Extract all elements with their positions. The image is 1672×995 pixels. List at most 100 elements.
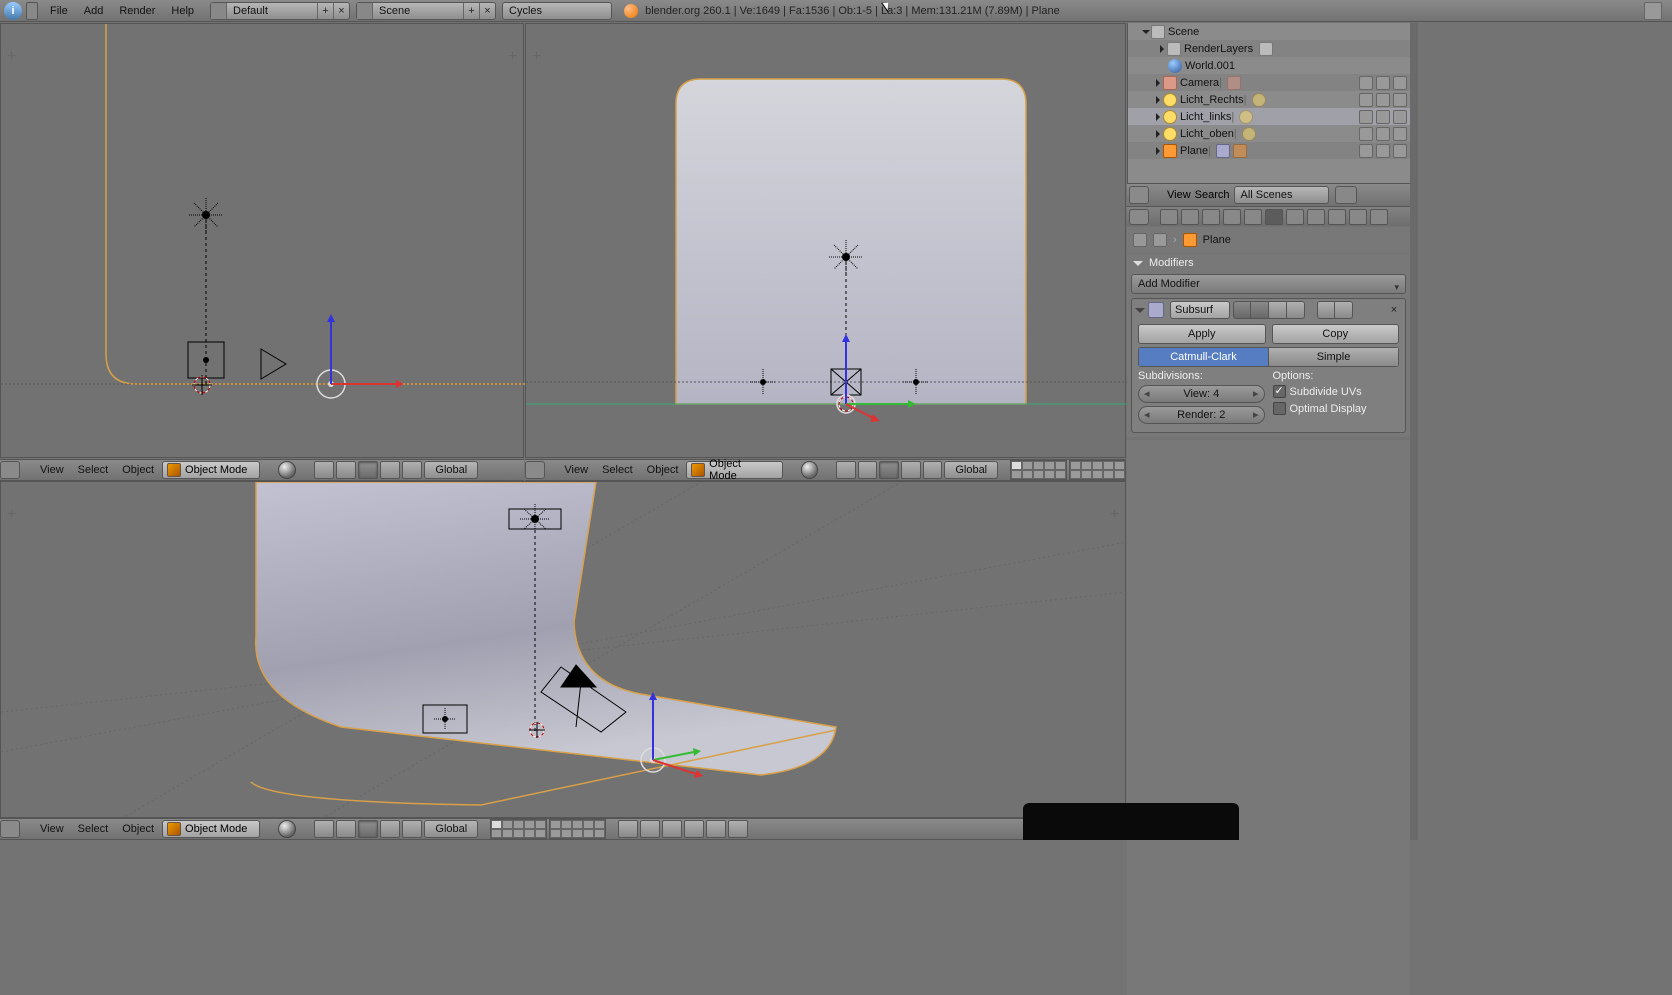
viewport-bottom[interactable]: + + xyxy=(0,481,1126,818)
shading-icon[interactable] xyxy=(278,820,296,838)
outliner-item-licht-oben[interactable]: Licht_oben | xyxy=(1128,125,1410,142)
editor-type-icon[interactable] xyxy=(0,820,20,838)
disclosure-icon[interactable] xyxy=(1156,79,1160,87)
pivot-individual-icon[interactable] xyxy=(336,461,356,479)
orientation-selector[interactable]: Global xyxy=(424,820,478,838)
vp-menu-view[interactable]: View xyxy=(558,464,594,476)
tab-catmull-clark[interactable]: Catmull-Clark xyxy=(1138,347,1269,367)
outliner[interactable]: Scene RenderLayers World.001 Camera | Li… xyxy=(1127,23,1410,183)
select-icon[interactable] xyxy=(1376,110,1390,124)
outliner-item-licht-links[interactable]: Licht_links | xyxy=(1128,108,1410,125)
mode-selector[interactable]: Object Mode xyxy=(162,461,260,479)
renderable-icon[interactable] xyxy=(1393,76,1407,90)
editor-dropdown-icon[interactable] xyxy=(26,2,38,20)
manipulator-scale-icon[interactable] xyxy=(402,820,422,838)
vp-menu-object[interactable]: Object xyxy=(641,464,685,476)
snap-icon[interactable] xyxy=(640,820,660,838)
subdiv-render-field[interactable]: Render: 2 xyxy=(1138,406,1265,424)
shading-icon[interactable] xyxy=(801,461,819,479)
outliner-item-plane[interactable]: Plane | xyxy=(1128,142,1410,159)
pivot-icon[interactable] xyxy=(314,820,334,838)
select-icon[interactable] xyxy=(1376,144,1390,158)
tab-texture-icon[interactable] xyxy=(1328,209,1346,225)
collapse-icon[interactable] xyxy=(22,462,32,478)
outliner-item-licht-rechts[interactable]: Licht_Rechts | xyxy=(1128,91,1410,108)
eye-icon[interactable] xyxy=(1359,144,1373,158)
outliner-scrollbar[interactable] xyxy=(1410,23,1418,840)
vp-menu-view[interactable]: View xyxy=(34,823,70,835)
manipulator-translate-icon[interactable] xyxy=(358,461,378,479)
scene-add-icon[interactable]: + xyxy=(463,3,479,19)
select-icon[interactable] xyxy=(1376,93,1390,107)
manipulator-scale-icon[interactable] xyxy=(402,461,422,479)
display-edit-icon[interactable] xyxy=(1269,301,1287,319)
search-icon[interactable] xyxy=(1335,186,1357,204)
snap-target-icon[interactable] xyxy=(662,820,682,838)
manipulator-scale-icon[interactable] xyxy=(923,461,943,479)
copy-button[interactable]: Copy xyxy=(1272,324,1400,344)
tab-modifiers-icon[interactable] xyxy=(1265,209,1283,225)
vp-menu-select[interactable]: Select xyxy=(72,823,115,835)
outliner-item-camera[interactable]: Camera | xyxy=(1128,74,1410,91)
scene-selector[interactable]: Scene + × xyxy=(356,2,496,20)
render-engine-selector[interactable]: Cycles xyxy=(502,2,612,20)
tab-object-icon[interactable] xyxy=(1223,209,1241,225)
panel-header-modifiers[interactable]: Modifiers xyxy=(1127,254,1410,272)
viewport-top-right[interactable]: + xyxy=(525,23,1126,458)
tab-particles-icon[interactable] xyxy=(1349,209,1367,225)
disclosure-icon[interactable] xyxy=(1156,113,1160,121)
layout-selector[interactable]: Default + × xyxy=(210,2,350,20)
layer-buttons[interactable] xyxy=(1008,460,1126,480)
apply-button[interactable]: Apply xyxy=(1138,324,1266,344)
optimal-display-checkbox[interactable]: Optimal Display xyxy=(1273,402,1400,415)
renderable-icon[interactable] xyxy=(1393,93,1407,107)
eye-icon[interactable] xyxy=(1359,93,1373,107)
display-render-icon[interactable] xyxy=(1233,301,1251,319)
move-up-icon[interactable] xyxy=(1317,301,1335,319)
shading-icon[interactable] xyxy=(278,461,296,479)
manipulator-translate-icon[interactable] xyxy=(358,820,378,838)
layout-add-icon[interactable]: + xyxy=(317,3,333,19)
disclosure-icon[interactable] xyxy=(1135,308,1145,313)
menu-help[interactable]: Help xyxy=(163,0,202,22)
pin-icon[interactable] xyxy=(1133,233,1147,247)
modifier-remove-icon[interactable]: × xyxy=(1386,302,1402,318)
tab-simple[interactable]: Simple xyxy=(1269,347,1399,367)
outliner-renderlayers-row[interactable]: RenderLayers xyxy=(1128,40,1410,57)
disclosure-icon[interactable] xyxy=(1156,147,1160,155)
vp-menu-view[interactable]: View xyxy=(34,464,70,476)
vp-menu-select[interactable]: Select xyxy=(596,464,639,476)
lock-camera-icon[interactable] xyxy=(618,820,638,838)
opengl-render-icon[interactable] xyxy=(706,820,726,838)
vp-menu-object[interactable]: Object xyxy=(116,464,160,476)
disclosure-icon[interactable] xyxy=(1142,30,1150,34)
vp-menu-select[interactable]: Select xyxy=(72,464,115,476)
editor-type-icon[interactable] xyxy=(1129,209,1149,225)
disclosure-icon[interactable] xyxy=(1156,96,1160,104)
outliner-scene-row[interactable]: Scene xyxy=(1128,23,1410,40)
orientation-selector[interactable]: Global xyxy=(424,461,478,479)
outliner-menu-search[interactable]: Search xyxy=(1195,189,1230,201)
select-icon[interactable] xyxy=(1376,127,1390,141)
mode-selector[interactable]: Object Mode xyxy=(162,820,260,838)
manipulator-translate-icon[interactable] xyxy=(879,461,899,479)
pivot-icon[interactable] xyxy=(314,461,334,479)
tab-material-icon[interactable] xyxy=(1307,209,1325,225)
select-icon[interactable] xyxy=(1376,76,1390,90)
disclosure-icon[interactable] xyxy=(1133,261,1143,266)
pivot-individual-icon[interactable] xyxy=(336,820,356,838)
tab-physics-icon[interactable] xyxy=(1370,209,1388,225)
tab-scene-icon[interactable] xyxy=(1181,209,1199,225)
mode-selector[interactable]: Object Mode xyxy=(686,461,783,479)
renderable-icon[interactable] xyxy=(1393,127,1407,141)
layout-remove-icon[interactable]: × xyxy=(333,3,349,19)
subdivide-uv-checkbox[interactable]: Subdivide UVs xyxy=(1273,385,1400,398)
add-modifier-dropdown[interactable]: Add Modifier ▾ xyxy=(1131,274,1406,294)
pivot-icon[interactable] xyxy=(836,461,856,479)
editor-type-icon[interactable] xyxy=(1129,186,1149,204)
outliner-world-row[interactable]: World.001 xyxy=(1128,57,1410,74)
tab-objectdata-icon[interactable] xyxy=(1286,209,1304,225)
outliner-menu-view[interactable]: View xyxy=(1167,189,1191,201)
modifier-name-field[interactable]: Subsurf xyxy=(1170,301,1230,319)
move-down-icon[interactable] xyxy=(1335,301,1353,319)
